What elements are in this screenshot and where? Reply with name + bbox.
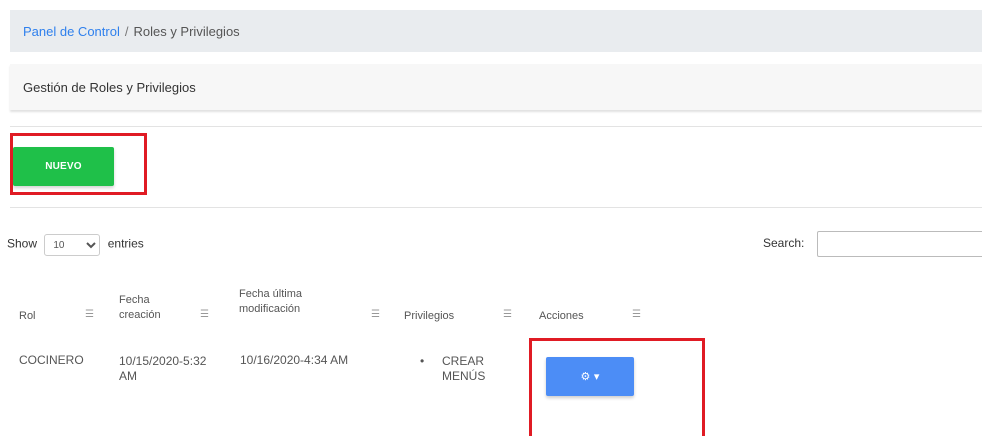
highlight-box-new [10, 133, 147, 195]
header-line: creación [119, 309, 161, 321]
privilege-line: CREAR [442, 354, 485, 368]
column-header-fecha-creacion[interactable]: Fecha creación [119, 293, 161, 323]
header-line: Fecha última [239, 288, 302, 300]
column-header-acciones[interactable]: Acciones [539, 309, 584, 324]
search-input[interactable] [817, 231, 982, 257]
header-line: modificación [239, 303, 301, 315]
cell-fecha-creacion: 10/15/2020-5:32 AM [119, 354, 206, 384]
entries-label: entries [107, 236, 144, 251]
breadcrumb-home-link[interactable]: Panel de Control [23, 24, 120, 39]
column-header-rol[interactable]: Rol [19, 309, 36, 324]
divider [10, 207, 982, 208]
cell-rol: COCINERO [19, 353, 84, 367]
cell-line: AM [119, 369, 137, 383]
length-control: Show 10 entries [7, 234, 144, 256]
highlight-box-actions [529, 338, 705, 436]
breadcrumb: Panel de Control / Roles y Privilegios [10, 10, 982, 52]
breadcrumb-separator: / [124, 24, 129, 39]
column-header-fecha-modificacion[interactable]: Fecha última modificación [239, 287, 302, 317]
sort-icon[interactable]: ☰ [200, 310, 209, 320]
show-label: Show [7, 236, 38, 251]
header-line: Fecha [119, 294, 150, 306]
sort-icon[interactable]: ☰ [371, 310, 380, 320]
cell-line: 10/15/2020-5:32 [119, 354, 207, 368]
card-title: Gestión de Roles y Privilegios [10, 64, 982, 110]
cell-fecha-modificacion: 10/16/2020-4:34 AM [240, 353, 349, 367]
breadcrumb-current: Roles y Privilegios [133, 24, 240, 39]
sort-icon[interactable]: ☰ [632, 310, 641, 320]
cell-privilegios: • CREAR MENÚS [416, 354, 485, 384]
sort-icon[interactable]: ☰ [85, 310, 94, 320]
search-label: Search: [763, 236, 805, 250]
divider [10, 126, 982, 127]
privilege-line: MENÚS [442, 369, 486, 383]
column-header-privilegios[interactable]: Privilegios [404, 309, 454, 324]
bullet: • [420, 354, 425, 368]
entries-select[interactable]: 10 [44, 234, 101, 256]
sort-icon[interactable]: ☰ [503, 310, 512, 320]
privilege-list-item: • CREAR MENÚS [416, 354, 485, 384]
